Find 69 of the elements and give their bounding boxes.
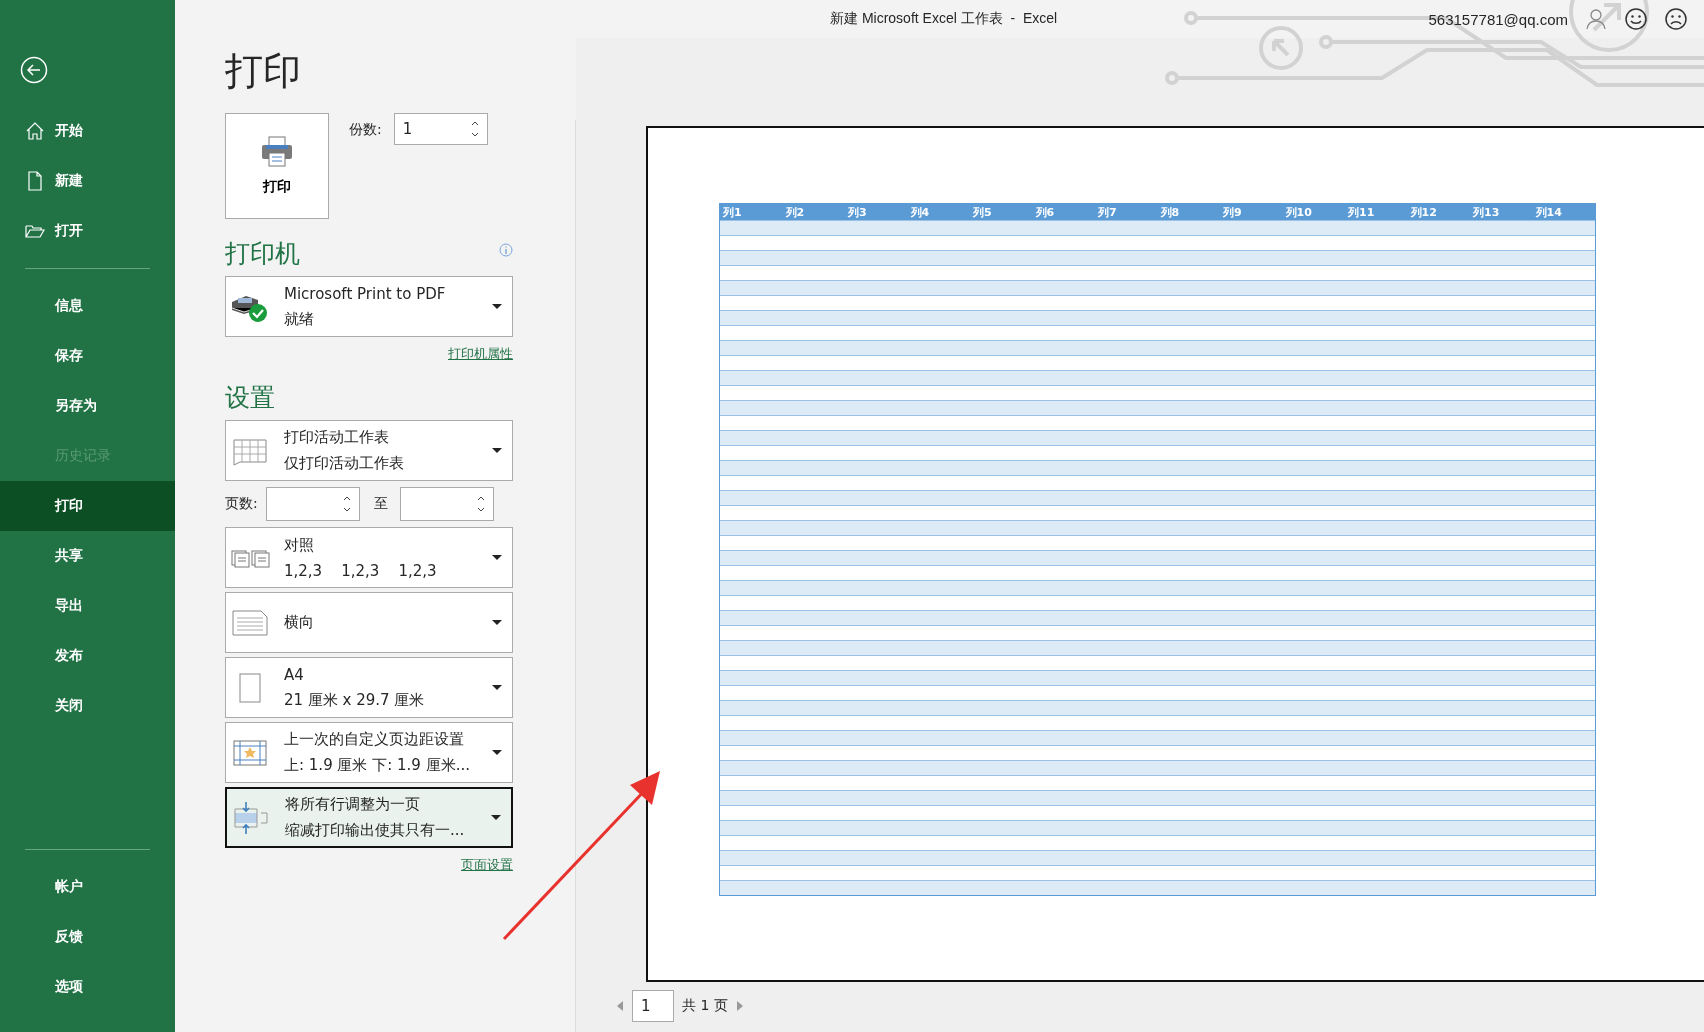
home-icon — [25, 121, 45, 141]
sidebar-item[interactable]: 选项 — [25, 978, 83, 996]
print-button[interactable]: 打印 — [225, 113, 329, 219]
settings-dropdown[interactable]: A4 21 厘米 x 29.7 厘米 — [225, 657, 513, 718]
fit-rows-icon — [231, 800, 271, 835]
column-header: 列9 — [1222, 204, 1243, 220]
settings-dropdown[interactable]: 打印活动工作表 仅打印活动工作表 — [225, 420, 513, 481]
sidebar-item[interactable]: 反馈 — [25, 928, 83, 946]
caret-icon — [492, 555, 502, 560]
sidebar-item[interactable]: 打开 — [55, 222, 83, 240]
column-header: 列2 — [784, 204, 806, 220]
user-icon[interactable] — [1584, 7, 1608, 31]
copies-label: 份数: — [349, 121, 382, 139]
page-to-field[interactable] — [399, 487, 494, 521]
document-icon — [25, 171, 45, 191]
spinner-icon[interactable] — [342, 495, 351, 513]
column-header: 列11 — [1347, 204, 1376, 220]
back-button[interactable] — [20, 56, 48, 84]
column-header: 列12 — [1409, 204, 1438, 220]
printer-heading: 打印机 — [225, 238, 300, 270]
page-title: 打印 — [225, 48, 302, 95]
column-header: 列3 — [847, 204, 868, 220]
frown-icon[interactable] — [1664, 7, 1688, 31]
pages-label: 页数: — [225, 495, 258, 513]
page-from-field[interactable] — [265, 487, 360, 521]
caret-icon — [491, 815, 501, 820]
sidebar-item[interactable]: 打印 — [25, 497, 83, 515]
column-header: 列14 — [1534, 204, 1563, 220]
smiley-icon[interactable] — [1624, 7, 1648, 31]
page-setup-link[interactable]: 页面设置 — [461, 856, 513, 874]
sidebar-item[interactable]: 开始 — [55, 122, 83, 140]
column-header: 列8 — [1159, 204, 1181, 220]
page-count: 共 1 页 — [682, 997, 728, 1015]
caret-icon — [492, 750, 502, 755]
column-header: 列1 — [722, 204, 743, 220]
sidebar-item[interactable]: 信息 — [25, 297, 83, 315]
window-title: 新建 Microsoft Excel 工作表 - Excel — [830, 10, 1058, 28]
column-header: 列13 — [1472, 204, 1501, 220]
spinner-icon[interactable] — [470, 120, 479, 138]
sidebar-item[interactable]: 保存 — [25, 347, 83, 365]
copies-field[interactable]: 1 — [393, 113, 488, 145]
to-label: 至 — [373, 495, 388, 513]
column-header: 列6 — [1034, 204, 1056, 220]
settings-dropdown[interactable]: 横向 — [225, 592, 513, 653]
settings-dropdown[interactable]: 将所有行调整为一页 缩减打印输出使其只有一... — [225, 787, 513, 848]
sidebar-item[interactable]: 导出 — [25, 597, 83, 615]
caret-icon — [492, 620, 502, 625]
column-header: 列4 — [909, 204, 931, 220]
printer-dropdown[interactable]: Microsoft Print to PDF 就绪 — [225, 276, 513, 337]
sidebar-item[interactable]: 发布 — [25, 647, 83, 665]
column-header: 列7 — [1097, 204, 1118, 220]
sidebar-item[interactable]: 关闭 — [25, 697, 83, 715]
sidebar-item[interactable]: 新建 — [55, 172, 83, 190]
caret-icon — [492, 685, 502, 690]
sidebar-item[interactable]: 另存为 — [25, 397, 97, 415]
caret-icon — [492, 304, 502, 309]
settings-dropdown[interactable]: 上一次的自定义页边距设置 上: 1.9 厘米 下: 1.9 厘米... — [225, 722, 513, 783]
sidebar-item[interactable]: 帐户 — [25, 878, 83, 896]
column-header: 列5 — [972, 204, 993, 220]
caret-icon — [492, 448, 502, 453]
settings-dropdown[interactable]: 对照 1,2,3 1,2,3 1,2,3 — [225, 527, 513, 588]
account-name[interactable]: 563157781@qq.com — [1428, 10, 1568, 28]
printer-icon — [260, 136, 294, 168]
printer-properties-link[interactable]: 打印机属性 — [448, 345, 513, 363]
column-header: 列10 — [1284, 204, 1313, 220]
sidebar-item[interactable]: 共享 — [25, 547, 83, 565]
spinner-icon[interactable] — [476, 495, 485, 513]
settings-heading: 设置 — [225, 382, 276, 414]
page-number-field[interactable]: 1 — [632, 990, 674, 1022]
